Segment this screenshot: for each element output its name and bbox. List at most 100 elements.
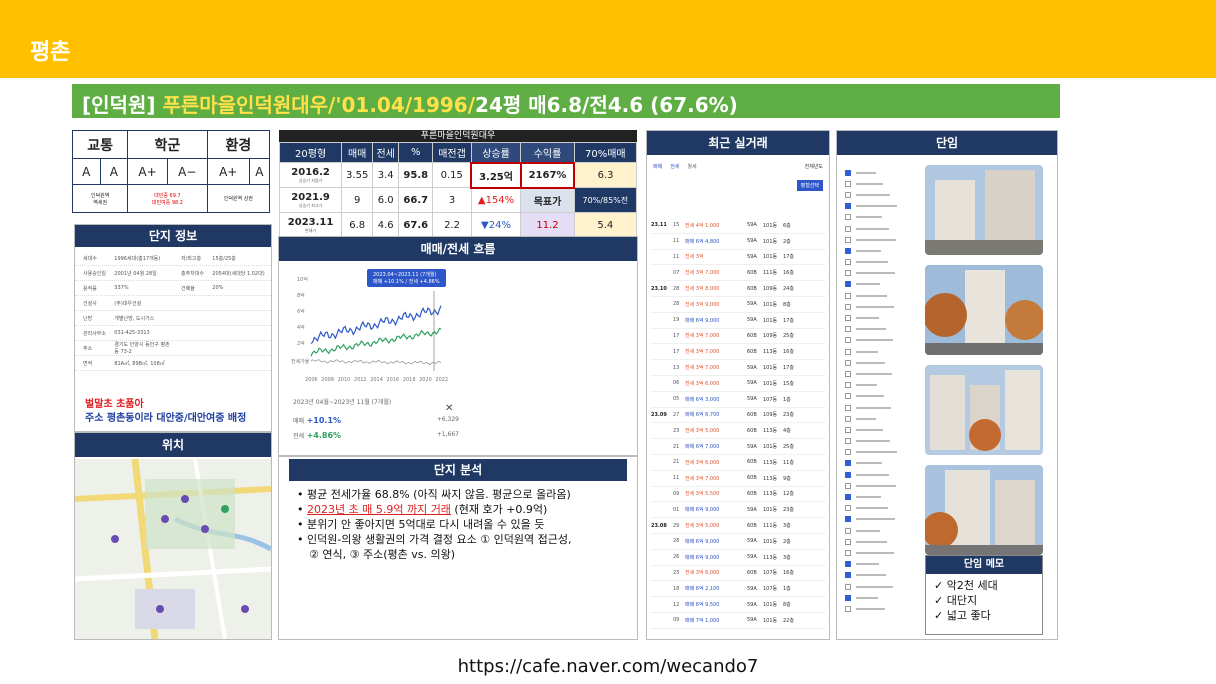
checkbox[interactable] bbox=[845, 270, 851, 277]
checklist-item[interactable] bbox=[837, 301, 917, 312]
checklist-item[interactable] bbox=[837, 368, 917, 379]
transaction-row[interactable]: 28 매매 6억 9,000 59A 101동 2층 bbox=[651, 534, 825, 550]
transaction-row[interactable]: 01 매매 6억 9,000 59A 101동 23층 bbox=[651, 502, 825, 519]
checkbox[interactable] bbox=[845, 203, 851, 210]
checkbox[interactable] bbox=[845, 516, 851, 523]
checkbox[interactable] bbox=[845, 303, 851, 310]
checklist-item[interactable] bbox=[837, 447, 917, 458]
checklist-item[interactable] bbox=[837, 469, 917, 480]
sort-select[interactable]: 전체년도 bbox=[805, 163, 823, 170]
area-select-button[interactable]: 평형선택 bbox=[796, 180, 823, 191]
checklist-item[interactable] bbox=[837, 380, 917, 391]
checkbox[interactable] bbox=[845, 527, 851, 534]
checkbox[interactable] bbox=[845, 191, 851, 198]
checkbox[interactable] bbox=[845, 315, 851, 322]
checkbox[interactable] bbox=[845, 449, 851, 456]
transaction-row[interactable]: 18 매매 6억 2,100 59A 107동 1층 bbox=[651, 581, 825, 598]
transaction-row[interactable]: 23.10 28 전세 3억 8,000 60B 109동 24층 bbox=[651, 281, 825, 297]
checkbox[interactable] bbox=[845, 225, 851, 232]
checklist-item[interactable] bbox=[837, 514, 917, 525]
location-map[interactable] bbox=[75, 459, 271, 639]
transaction-row[interactable]: 06 전세 3억 6,000 59A 101동 15층 bbox=[651, 376, 825, 392]
transaction-row[interactable]: 11 전세 3억 7,000 60B 113동 9층 bbox=[651, 471, 825, 487]
checklist-item[interactable] bbox=[837, 458, 917, 469]
filter-sale[interactable]: 매매 bbox=[653, 163, 662, 170]
checklist-item[interactable] bbox=[837, 592, 917, 603]
checklist-item[interactable] bbox=[837, 257, 917, 268]
checkbox[interactable] bbox=[845, 494, 851, 501]
checklist-item[interactable] bbox=[837, 346, 917, 357]
checklist-item[interactable] bbox=[837, 268, 917, 279]
footer-url[interactable]: https://cafe.naver.com/wecando7 bbox=[0, 656, 1216, 677]
checklist-item[interactable] bbox=[837, 189, 917, 200]
transaction-row[interactable]: 23 전세 3억 5,000 60B 113동 4층 bbox=[651, 423, 825, 440]
checklist-item[interactable] bbox=[837, 525, 917, 536]
checkbox[interactable] bbox=[845, 370, 851, 377]
transaction-row[interactable]: 17 전세 3억 7,000 60B 113동 16층 bbox=[651, 344, 825, 361]
checkbox[interactable] bbox=[845, 404, 851, 411]
checkbox[interactable] bbox=[845, 382, 851, 389]
checklist-item[interactable] bbox=[837, 201, 917, 212]
checklist-item[interactable] bbox=[837, 279, 917, 290]
checkbox[interactable] bbox=[845, 337, 851, 344]
transaction-row[interactable]: 23.09 27 매매 6억 6,700 60B 109동 23층 bbox=[651, 408, 825, 424]
checkbox[interactable] bbox=[845, 214, 851, 221]
checklist-item[interactable] bbox=[837, 357, 917, 368]
checklist-item[interactable] bbox=[837, 312, 917, 323]
transaction-row[interactable]: 07 전세 3억 7,000 60B 111동 16층 bbox=[651, 265, 825, 282]
transaction-row[interactable]: 21 전세 3억 6,000 60B 113동 11층 bbox=[651, 455, 825, 471]
checkbox[interactable] bbox=[845, 247, 851, 254]
checklist-item[interactable] bbox=[837, 167, 917, 178]
checkbox[interactable] bbox=[845, 605, 851, 612]
checklist-item[interactable] bbox=[837, 178, 917, 189]
transaction-row[interactable]: 13 전세 3억 7,000 59A 101동 17층 bbox=[651, 360, 825, 376]
transaction-row[interactable]: 05 매매 6억 3,000 59A 107동 1층 bbox=[651, 392, 825, 408]
checkbox[interactable] bbox=[845, 415, 851, 422]
checkbox[interactable] bbox=[845, 326, 851, 333]
checklist-item[interactable] bbox=[837, 324, 917, 335]
checklist-item[interactable] bbox=[837, 245, 917, 256]
checklist-item[interactable] bbox=[837, 503, 917, 514]
checklist-item[interactable] bbox=[837, 212, 917, 223]
checkbox[interactable] bbox=[845, 292, 851, 299]
transaction-row[interactable]: 11 전세 3억 59A 101동 17층 bbox=[651, 250, 825, 266]
checklist-item[interactable] bbox=[837, 570, 917, 581]
checklist-item[interactable] bbox=[837, 290, 917, 301]
checkbox[interactable] bbox=[845, 180, 851, 187]
transaction-row[interactable]: 26 매매 6억 9,000 59A 113동 3층 bbox=[651, 550, 825, 566]
checkbox[interactable] bbox=[845, 538, 851, 545]
checklist-item[interactable] bbox=[837, 402, 917, 413]
checkbox[interactable] bbox=[845, 281, 851, 288]
checkbox[interactable] bbox=[845, 426, 851, 433]
transaction-row[interactable]: 28 전세 3억 9,000 59A 101동 8층 bbox=[651, 297, 825, 313]
checklist-item[interactable] bbox=[837, 581, 917, 592]
transaction-row[interactable]: 23.11 15 전세 4억 1,000 59A 101동 6층 bbox=[651, 218, 825, 234]
checkbox[interactable] bbox=[845, 259, 851, 266]
checkbox[interactable] bbox=[845, 471, 851, 478]
transaction-row[interactable]: 17 전세 3억 7,000 60B 109동 25층 bbox=[651, 329, 825, 345]
checkbox[interactable] bbox=[845, 393, 851, 400]
transaction-row[interactable]: 09 전세 3억 5,500 60B 113동 12층 bbox=[651, 487, 825, 503]
checklist-item[interactable] bbox=[837, 391, 917, 402]
checklist-item[interactable] bbox=[837, 436, 917, 447]
checkbox[interactable] bbox=[845, 438, 851, 445]
checklist-item[interactable] bbox=[837, 491, 917, 502]
transaction-row[interactable]: 19 매매 6억 9,000 59A 101동 17층 bbox=[651, 313, 825, 329]
transaction-row[interactable]: 23 전세 3억 6,000 60B 107동 16층 bbox=[651, 566, 825, 582]
checkbox[interactable] bbox=[845, 572, 851, 579]
checkbox[interactable] bbox=[845, 482, 851, 489]
filter-monthly[interactable]: 월세 bbox=[687, 163, 696, 170]
close-icon[interactable]: ✕ bbox=[445, 403, 453, 414]
checkbox[interactable] bbox=[845, 549, 851, 556]
checkbox[interactable] bbox=[845, 594, 851, 601]
checklist-item[interactable] bbox=[837, 559, 917, 570]
checklist-item[interactable] bbox=[837, 335, 917, 346]
checkbox[interactable] bbox=[845, 460, 851, 467]
checkbox[interactable] bbox=[845, 561, 851, 568]
transaction-row[interactable]: 12 매매 6억 9,500 59A 101동 8층 bbox=[651, 597, 825, 613]
checkbox[interactable] bbox=[845, 359, 851, 366]
checkbox[interactable] bbox=[845, 169, 851, 176]
checklist-item[interactable] bbox=[837, 603, 917, 614]
transaction-row[interactable]: 21 매매 6억 7,000 59A 101동 25층 bbox=[651, 439, 825, 455]
checkbox[interactable] bbox=[845, 348, 851, 355]
